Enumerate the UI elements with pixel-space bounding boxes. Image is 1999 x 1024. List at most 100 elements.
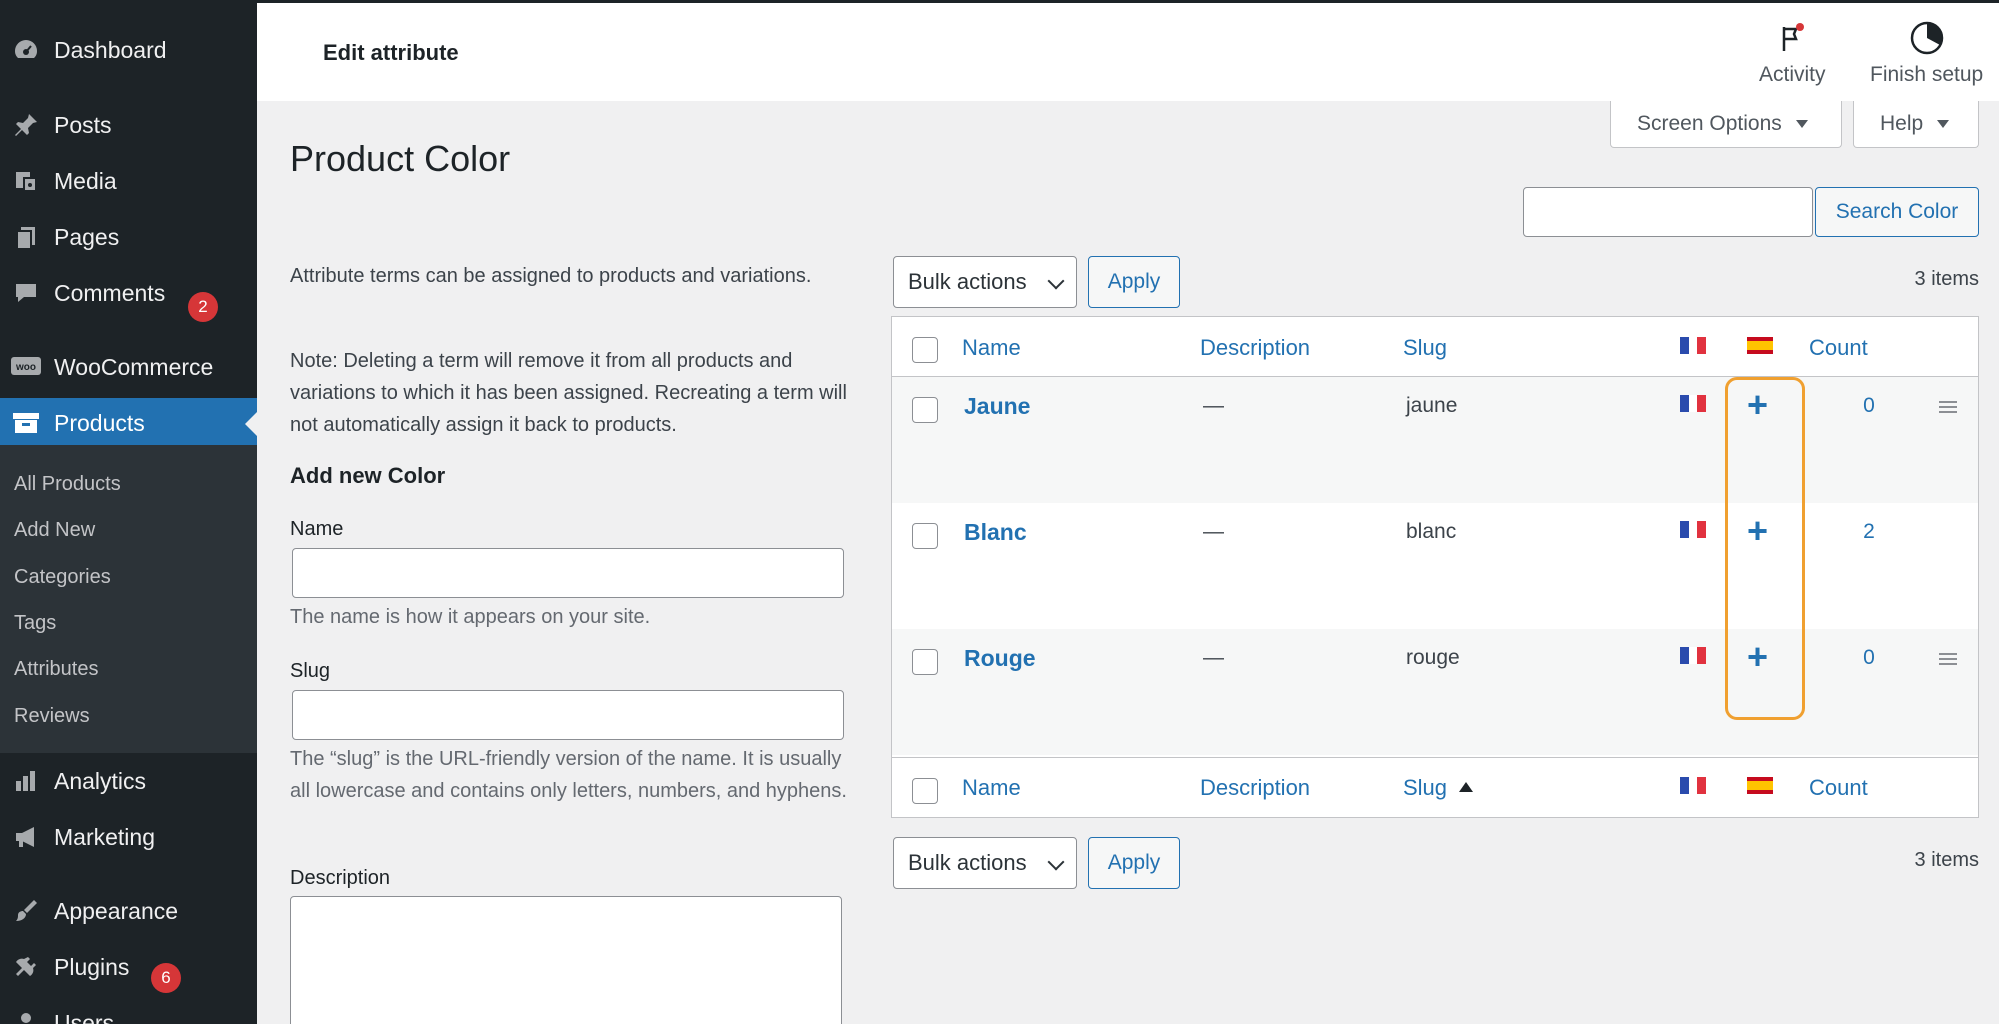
column-slug[interactable]: Slug — [1403, 335, 1447, 361]
page-header-title: Edit attribute — [323, 40, 459, 65]
term-name-link[interactable]: Jaune — [964, 393, 1030, 420]
sidebar-item-dashboard[interactable]: Dashboard — [0, 26, 257, 74]
french-flag-icon — [1680, 777, 1706, 794]
select-all-checkbox[interactable] — [912, 337, 938, 363]
term-slug: blanc — [1406, 520, 1457, 543]
term-name-link[interactable]: Rouge — [964, 645, 1036, 672]
sidebar-item-label: Marketing — [54, 823, 155, 850]
comments-count-badge: 2 — [188, 291, 218, 322]
terms-table: Name Description Slug Count Jaune — jaun… — [891, 316, 1979, 818]
row-checkbox[interactable] — [912, 649, 938, 675]
sidebar-item-analytics[interactable]: Analytics — [0, 757, 257, 805]
apply-button-bottom[interactable]: Apply — [1088, 837, 1180, 889]
french-flag-icon — [1680, 395, 1706, 412]
dashboard-icon — [10, 34, 42, 66]
name-label: Name — [290, 518, 344, 540]
submenu-categories[interactable]: Categories — [14, 566, 111, 589]
sidebar-item-media[interactable]: Media — [0, 157, 257, 205]
top-bar: Edit attribute Activity Finish setup — [257, 3, 1999, 101]
caret-down-icon — [1795, 120, 1808, 128]
submenu-all-products[interactable]: All Products — [14, 473, 121, 496]
search-color-button[interactable]: Search Color — [1815, 187, 1979, 237]
plugins-count-badge: 6 — [151, 962, 181, 993]
activity-button[interactable]: Activity — [1759, 21, 1826, 87]
select-all-checkbox-footer[interactable] — [912, 778, 938, 804]
term-slug: rouge — [1406, 646, 1460, 669]
sidebar-item-users[interactable]: Users — [0, 999, 257, 1024]
sidebar-item-plugins[interactable]: Plugins 6 — [0, 943, 257, 993]
help-button[interactable]: Help — [1853, 101, 1979, 148]
sidebar-item-marketing[interactable]: Marketing — [0, 813, 257, 861]
brush-icon — [10, 895, 42, 927]
sidebar-item-posts[interactable]: Posts — [0, 101, 257, 149]
sidebar-item-appearance[interactable]: Appearance — [0, 887, 257, 935]
drag-handle-icon[interactable] — [1939, 653, 1957, 665]
help-label: Help — [1880, 112, 1924, 135]
bulk-actions-select-top[interactable]: Bulk actions — [893, 256, 1077, 308]
column-count-footer[interactable]: Count — [1809, 775, 1868, 801]
sidebar-item-label: Appearance — [54, 897, 179, 924]
row-checkbox[interactable] — [912, 397, 938, 423]
apply-button-top[interactable]: Apply — [1088, 256, 1180, 308]
column-count[interactable]: Count — [1809, 335, 1868, 361]
slug-help-text: The “slug” is the URL-friendly version o… — [290, 748, 847, 802]
slug-label: Slug — [290, 660, 331, 682]
column-name-footer[interactable]: Name — [962, 775, 1021, 801]
chevron-down-icon — [1047, 272, 1065, 290]
submenu-tags[interactable]: Tags — [14, 612, 56, 635]
sidebar-item-label: Products — [54, 409, 145, 436]
column-description[interactable]: Description — [1200, 335, 1310, 361]
search-input[interactable] — [1523, 187, 1813, 237]
submenu-attributes[interactable]: Attributes — [14, 658, 98, 681]
term-description: — — [1203, 394, 1224, 417]
admin-sidebar: Dashboard Posts Media Pages Comments 2 wo… — [0, 0, 257, 1024]
bulk-actions-label: Bulk actions — [908, 850, 1027, 875]
sidebar-item-pages[interactable]: Pages — [0, 213, 257, 261]
column-slug-footer[interactable]: Slug — [1403, 775, 1474, 801]
sidebar-item-label: Posts — [54, 111, 112, 138]
term-count-link[interactable]: 2 — [1849, 520, 1889, 544]
add-new-heading: Add new Color — [290, 463, 446, 488]
spanish-flag-icon — [1747, 337, 1773, 354]
bulk-actions-select-bottom[interactable]: Bulk actions — [893, 837, 1077, 889]
row-checkbox[interactable] — [912, 523, 938, 549]
bar-chart-icon — [10, 765, 42, 797]
table-footer: Name Description Slug Count — [892, 757, 1978, 817]
column-description-footer[interactable]: Description — [1200, 775, 1310, 801]
name-field[interactable] — [292, 548, 844, 598]
sort-ascending-icon — [1459, 782, 1474, 792]
finish-setup-label: Finish setup — [1870, 63, 1984, 86]
progress-circle-icon — [1910, 21, 1943, 55]
french-flag-icon — [1680, 521, 1706, 538]
sidebar-item-products[interactable]: Products — [0, 398, 257, 448]
chevron-down-icon — [1047, 853, 1065, 871]
slug-field[interactable] — [292, 690, 844, 740]
megaphone-icon — [10, 821, 42, 853]
term-description: — — [1203, 646, 1224, 669]
items-count-bottom: 3 items — [1914, 849, 1979, 871]
bulk-actions-label: Bulk actions — [908, 269, 1027, 294]
sidebar-item-label: Plugins 6 — [54, 954, 181, 993]
table-row: Rouge — rouge + 0 — [892, 629, 1978, 755]
column-name[interactable]: Name — [962, 335, 1021, 361]
term-count-link[interactable]: 0 — [1849, 394, 1889, 418]
user-icon — [10, 1007, 42, 1024]
sidebar-item-comments[interactable]: Comments 2 — [0, 269, 257, 322]
submenu-reviews[interactable]: Reviews — [14, 705, 90, 728]
sidebar-item-woocommerce[interactable]: woo WooCommerce — [0, 343, 257, 391]
finish-setup-button[interactable]: Finish setup — [1870, 21, 1983, 87]
screen-options-button[interactable]: Screen Options — [1610, 101, 1842, 148]
description-field[interactable] — [290, 896, 842, 1024]
term-description: — — [1203, 520, 1224, 543]
sidebar-item-label: Dashboard — [54, 36, 167, 63]
term-count-link[interactable]: 0 — [1849, 646, 1889, 670]
drag-handle-icon[interactable] — [1939, 401, 1957, 413]
translation-column-highlight — [1725, 377, 1805, 720]
french-flag-icon — [1680, 337, 1706, 354]
screen-options-label: Screen Options — [1637, 112, 1782, 135]
sidebar-item-label: WooCommerce — [54, 353, 214, 380]
term-name-link[interactable]: Blanc — [964, 519, 1027, 546]
intro-text: Attribute terms can be assigned to produ… — [290, 265, 812, 287]
delete-note-text: Note: Deleting a term will remove it fro… — [290, 350, 847, 436]
submenu-add-new[interactable]: Add New — [14, 519, 95, 542]
